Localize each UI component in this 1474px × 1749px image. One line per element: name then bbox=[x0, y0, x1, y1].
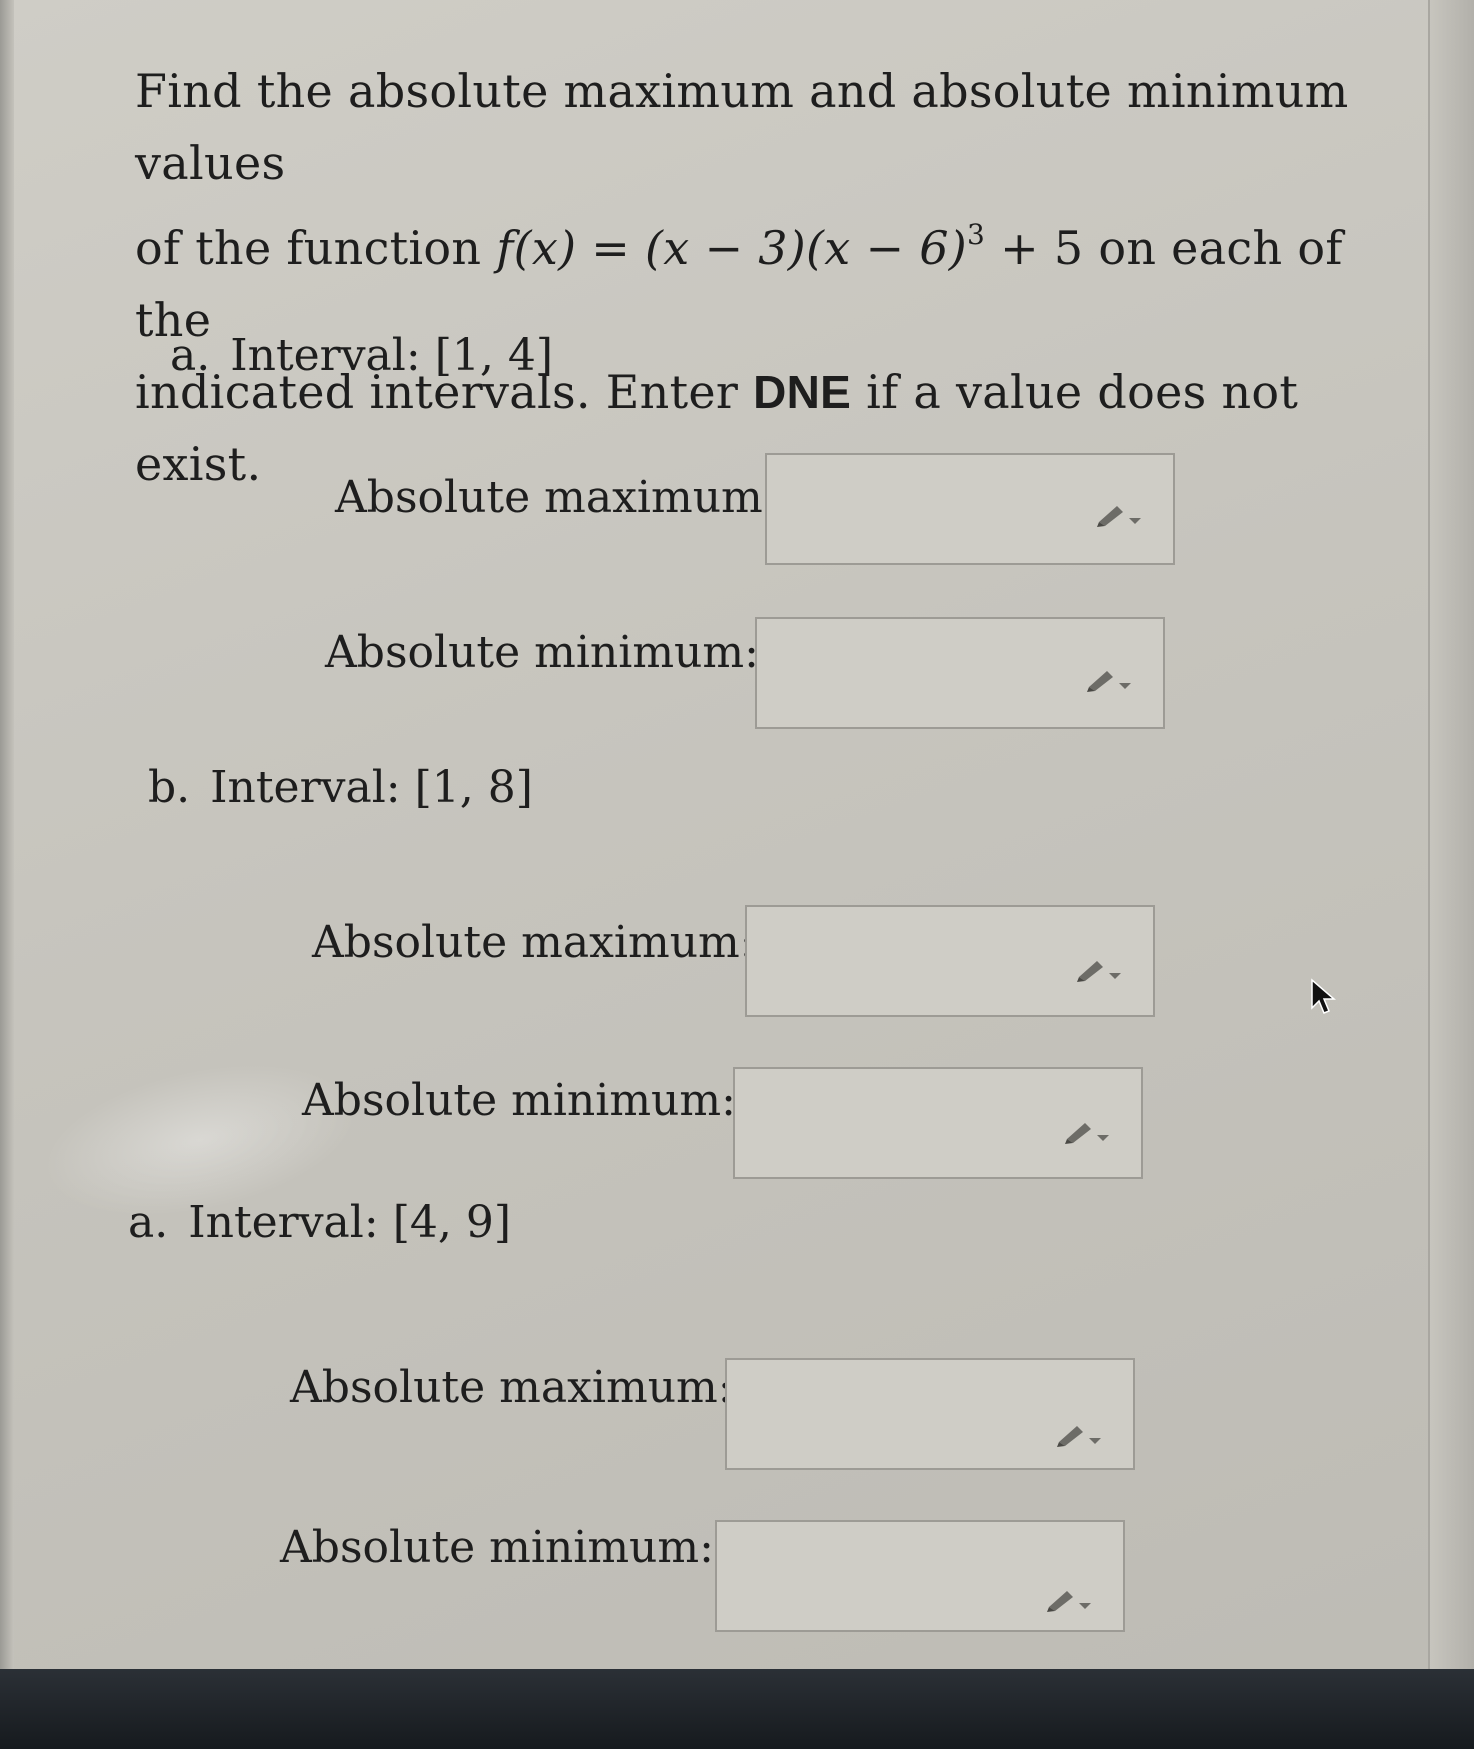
part-c-interval: a. Interval: [4, 9] bbox=[128, 1197, 511, 1248]
scrollbar-track[interactable] bbox=[1428, 0, 1474, 1749]
pencil-dropdown-icon[interactable] bbox=[1085, 665, 1133, 693]
question-text: Find the absolute maximum and absolute m… bbox=[135, 55, 1405, 500]
part-c-min-input[interactable] bbox=[715, 1520, 1125, 1632]
interval-value: [4, 9] bbox=[392, 1197, 511, 1248]
function-name: f bbox=[496, 221, 514, 275]
screen-edge bbox=[0, 0, 14, 1749]
function-tail: + 5 bbox=[985, 221, 1084, 275]
function-body: = (x − 3)(x − 6) bbox=[576, 221, 968, 275]
part-c-max-input[interactable] bbox=[725, 1358, 1135, 1470]
pencil-dropdown-icon[interactable] bbox=[1095, 500, 1143, 528]
monitor-bezel bbox=[0, 1669, 1474, 1749]
part-c-min-label: Absolute minimum: bbox=[280, 1522, 714, 1573]
part-a-max-label: Absolute maximum: bbox=[335, 472, 778, 523]
pencil-dropdown-icon[interactable] bbox=[1075, 955, 1123, 983]
mouse-cursor-icon bbox=[1311, 978, 1337, 1014]
interval-value: [1, 8] bbox=[414, 762, 533, 813]
dne-keyword: DNE bbox=[753, 366, 852, 418]
part-b-max-label: Absolute maximum: bbox=[312, 917, 755, 968]
function-exponent: 3 bbox=[967, 218, 986, 251]
function-arg: (x) bbox=[513, 221, 577, 275]
part-c-max-label: Absolute maximum: bbox=[290, 1362, 733, 1413]
part-b-interval: b. Interval: [1, 8] bbox=[148, 762, 533, 813]
pencil-dropdown-icon[interactable] bbox=[1055, 1420, 1103, 1448]
pencil-dropdown-icon[interactable] bbox=[1063, 1117, 1111, 1145]
part-b-min-label: Absolute minimum: bbox=[302, 1075, 736, 1126]
part-a-min-label: Absolute minimum: bbox=[325, 627, 759, 678]
question-line-1: Find the absolute maximum and absolute m… bbox=[135, 64, 1349, 190]
interval-value: [1, 4] bbox=[434, 330, 553, 381]
pencil-dropdown-icon[interactable] bbox=[1045, 1585, 1093, 1613]
part-a-interval: a. Interval: [1, 4] bbox=[170, 330, 553, 381]
